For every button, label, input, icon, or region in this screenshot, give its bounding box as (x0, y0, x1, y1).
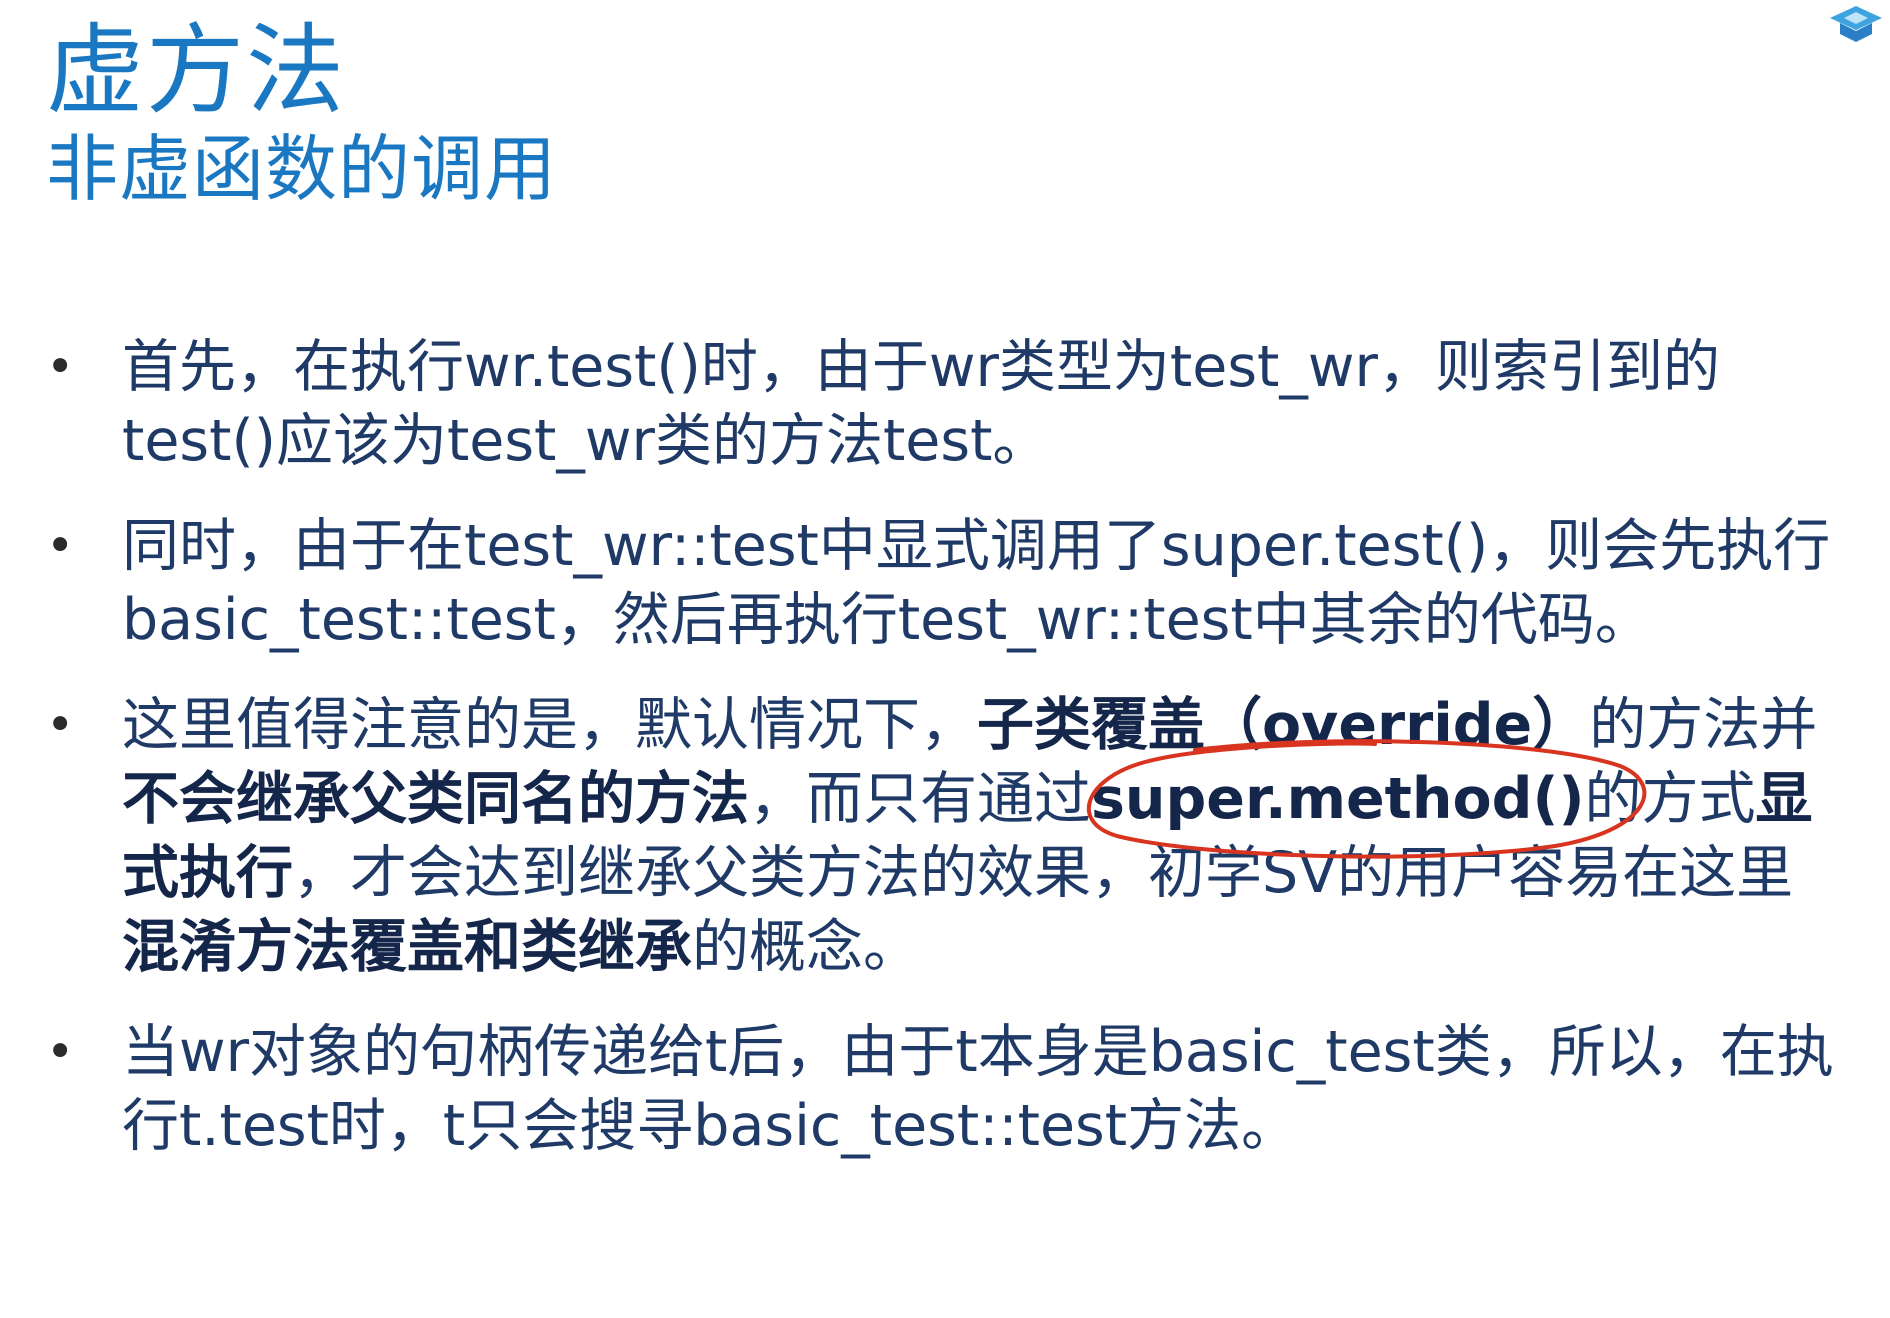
bullet-text: 的方式 (1584, 766, 1756, 832)
bullet-text: ，而只有通过 (749, 766, 1091, 832)
graduation-cap-icon (1830, 6, 1882, 42)
circled-annotation: super.method() (1086, 739, 1647, 859)
bullet-text: 首先，在执行wr.test()时，由于wr类型为test_wr，则索引到的tes… (122, 334, 1720, 474)
list-item: • 首先，在执行wr.test()时，由于wr类型为test_wr，则索引到的t… (44, 330, 1844, 478)
list-item: • 这里值得注意的是，默认情况下，子类覆盖（override）的方法并不会继承父… (44, 688, 1844, 984)
bullet-text: ，才会达到继承父类方法的效果，初学SV的用户容易在这里 (293, 840, 1794, 906)
emphasis-text: 子类覆盖（override） (977, 692, 1590, 758)
list-item: • 同时，由于在test_wr::test中显式调用了super.test()，… (44, 509, 1844, 657)
bullet-text: 这里值得注意的是，默认情况下， (122, 692, 977, 758)
bullet-list: • 首先，在执行wr.test()时，由于wr类型为test_wr，则索引到的t… (44, 330, 1844, 1194)
slide-subtitle: 非虚函数的调用 (46, 127, 558, 211)
emphasis-text: 混淆方法覆盖和类继承 (122, 914, 692, 980)
bullet-dot-icon: • (46, 697, 75, 753)
bullet-dot-icon: • (46, 1024, 75, 1080)
bullet-text: 的方法并 (1589, 692, 1818, 758)
bullet-text: 同时，由于在test_wr::test中显式调用了super.test()，则会… (122, 513, 1831, 653)
bullet-dot-icon: • (46, 339, 75, 395)
bullet-text: 的概念。 (692, 914, 920, 980)
list-item: • 当wr对象的句柄传递给t后，由于t本身是basic_test类，所以，在执行… (44, 1015, 1844, 1163)
emphasis-text: super.method() (1091, 766, 1585, 832)
bullet-dot-icon: • (46, 518, 75, 574)
bullet-text: 当wr对象的句柄传递给t后，由于t本身是basic_test类，所以，在执行t.… (122, 1019, 1834, 1159)
slide-title: 虚方法 (46, 14, 347, 128)
emphasis-text: 不会继承父类同名的方法 (122, 766, 749, 832)
